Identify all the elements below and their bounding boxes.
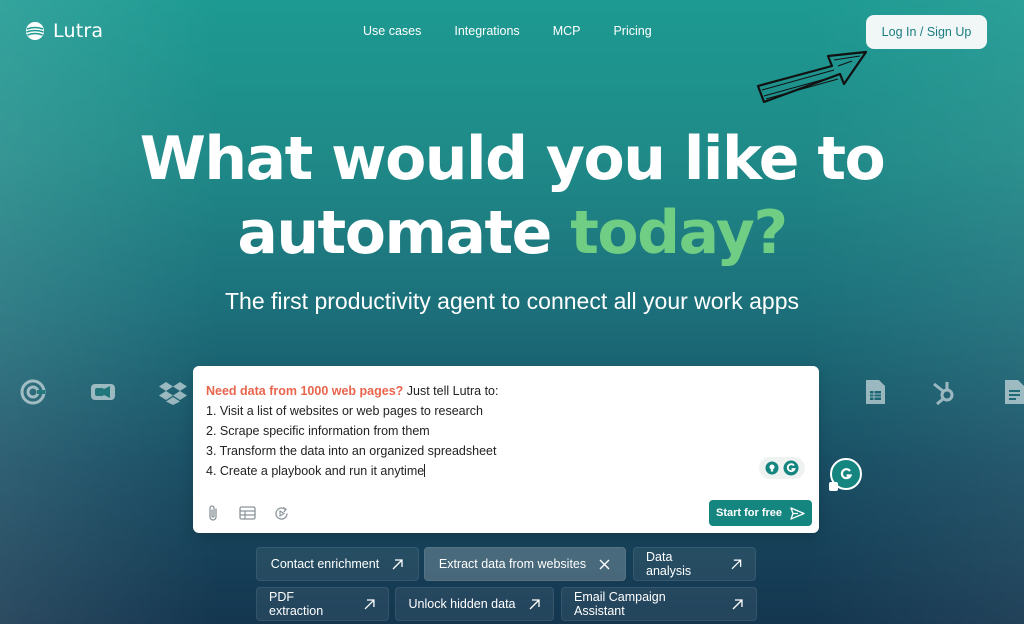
nav-mcp[interactable]: MCP <box>553 24 581 38</box>
google-docs-app-icon <box>1005 380 1024 404</box>
brand-logo[interactable]: Lutra <box>25 20 103 42</box>
prompt-line: 3. Transform the data into an organized … <box>206 444 497 458</box>
grammarly-float-button[interactable] <box>829 458 862 491</box>
chip-label: Unlock hidden data <box>408 597 516 611</box>
start-for-free-button[interactable]: Start for free <box>709 500 812 526</box>
chip-label: Data analysis <box>646 550 692 578</box>
grammarly-icon <box>840 468 853 480</box>
start-for-free-label: Start for free <box>715 507 783 519</box>
hero-title: What would you like to automate today? <box>0 122 1024 270</box>
hand-drawn-arrow-icon <box>756 50 868 104</box>
hero-title-line2: automate <box>237 198 571 268</box>
chip-pdf-extraction[interactable]: PDF extraction <box>256 587 389 621</box>
prompt-highlight: Need data from 1000 web pages? <box>206 384 404 398</box>
attach-icon[interactable] <box>203 503 223 523</box>
arrow-up-right-icon <box>731 559 742 569</box>
prompt-card[interactable]: Need data from 1000 web pages? Just tell… <box>193 366 819 533</box>
hero-title-accent: today? <box>570 198 788 268</box>
grammarly-badge <box>829 482 838 491</box>
nav-pricing[interactable]: Pricing <box>613 24 651 38</box>
chip-email-campaign-assistant[interactable]: Email Campaign Assistant <box>561 587 757 621</box>
chip-label: PDF extraction <box>269 590 324 618</box>
nav-integrations[interactable]: Integrations <box>454 24 519 38</box>
arrow-up-right-icon <box>364 598 375 609</box>
nav-use-cases[interactable]: Use cases <box>363 24 421 38</box>
send-icon <box>790 506 805 520</box>
hero-title-line1: What would you like to <box>139 124 886 194</box>
prompt-line: 2. Scrape specific information from them <box>206 424 430 438</box>
chip-unlock-hidden-data[interactable]: Unlock hidden data <box>395 587 554 621</box>
hero-subtitle: The first productivity agent to connect … <box>224 288 799 314</box>
table-icon[interactable] <box>237 503 257 523</box>
chip-contact-enrichment[interactable]: Contact enrichment <box>256 547 419 581</box>
brand-name: Lutra <box>53 20 104 42</box>
prompt-toolbar <box>203 503 291 523</box>
chip-label: Contact enrichment <box>270 557 380 571</box>
grammarly-icon <box>783 460 799 476</box>
main-nav: Use cases Integrations MCP Pricing <box>363 24 652 38</box>
lightbulb-icon <box>765 461 779 475</box>
hubspot-app-icon <box>933 382 954 406</box>
chip-label: Email Campaign Assistant <box>574 590 666 618</box>
arrow-up-right-icon <box>732 598 743 609</box>
arrow-up-right-icon <box>529 598 540 609</box>
text-caret <box>424 464 426 477</box>
grammarly-widget[interactable] <box>759 457 805 479</box>
login-signup-button[interactable]: Log In / Sign Up <box>866 15 987 49</box>
dropbox-app-icon <box>159 382 187 405</box>
lutra-logo-icon <box>26 22 44 40</box>
chip-label: Extract data from websites <box>438 557 587 571</box>
chip-extract-data-from-websites[interactable]: Extract data from websites <box>424 547 626 581</box>
circleback-app-icon <box>20 379 46 405</box>
chip-data-analysis[interactable]: Data analysis <box>633 547 756 581</box>
prompt-textarea[interactable]: Need data from 1000 web pages? Just tell… <box>206 381 498 481</box>
google-sheets-app-icon <box>866 380 885 404</box>
close-icon[interactable] <box>598 558 611 571</box>
prompt-line: 4. Create a playbook and run it anytime <box>206 464 425 478</box>
arrow-up-right-icon <box>392 558 403 569</box>
replay-icon[interactable] <box>271 503 291 523</box>
prompt-lead: Just tell Lutra to: <box>403 384 499 398</box>
video-camera-app-icon <box>91 384 115 400</box>
prompt-line: 1. Visit a list of websites or web pages… <box>206 404 483 418</box>
